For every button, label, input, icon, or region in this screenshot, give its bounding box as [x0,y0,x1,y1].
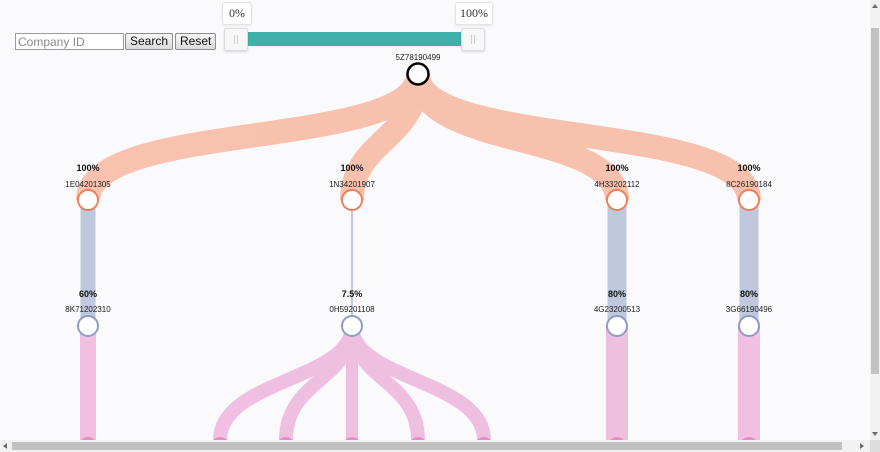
node-percent: 100% [76,163,99,173]
node-percent: 100% [605,163,628,173]
range-min-label: 0% [222,2,252,25]
scroll-up-arrow-icon[interactable] [872,4,878,8]
scroll-right-arrow-icon[interactable] [860,443,864,449]
node-id: 1E04201305 [65,180,111,189]
node-percent: 60% [79,289,97,299]
node-3g66[interactable]: 80% 3G66190496 [726,289,773,337]
node-id: 8K71202310 [65,305,111,314]
node-4g23[interactable]: 80% 4G23200513 [594,289,641,337]
grip-line [237,35,238,44]
node-circle[interactable] [738,189,760,211]
node-0h59[interactable]: 7.5% 0H59201108 [329,289,375,337]
grip-line [474,35,475,44]
node-circle[interactable] [341,315,363,337]
upper-links [76,71,761,203]
lower-links [80,325,760,441]
node-circle[interactable] [738,315,760,337]
root-node-circle[interactable] [406,62,430,86]
ownership-graph[interactable]: 60% 8K71202310 7.5% 0H59201108 80% 4G232… [0,0,870,452]
node-circle[interactable] [606,315,628,337]
reset-button[interactable]: Reset [175,33,217,50]
scroll-down-arrow-icon[interactable] [872,432,878,436]
search-button[interactable]: Search [125,33,174,50]
node-id: 8C26190184 [726,180,772,189]
range-slider-fill [247,32,461,46]
range-max-label: 100% [455,2,493,25]
root-node[interactable]: 5Z78190499 [396,53,441,86]
ownership-graph-canvas[interactable]: 60% 8K71202310 7.5% 0H59201108 80% 4G232… [0,0,870,452]
node-circle[interactable] [77,189,99,211]
horizontal-scroll-thumb[interactable] [12,442,842,450]
scroll-left-arrow-icon[interactable] [3,443,7,449]
node-id: 0H59201108 [329,305,375,314]
node-id: 4H33202112 [594,180,640,189]
node-id: 3G66190496 [726,305,773,314]
node-circle[interactable] [77,315,99,337]
range-min-handle[interactable] [224,28,248,51]
company-id-input[interactable] [15,33,124,50]
vertical-scroll-thumb[interactable] [871,28,879,374]
node-circle[interactable] [606,189,628,211]
node-percent: 80% [608,289,626,299]
range-max-handle[interactable] [461,28,485,51]
grip-line [471,35,472,44]
node-percent: 100% [737,163,760,173]
scrollbar-corner [870,440,880,452]
root-node-id: 5Z78190499 [396,53,441,62]
node-percent: 7.5% [342,289,363,299]
node-circle[interactable] [341,189,363,211]
node-8k71[interactable]: 60% 8K71202310 [65,289,111,337]
node-id: 4G23200513 [594,305,641,314]
link-root-8c26[interactable] [406,71,761,203]
node-id: 1N34201907 [329,180,375,189]
node-percent: 100% [340,163,363,173]
middle-links [80,200,759,326]
upper-nodes: 100% 1E04201305 100% 1N34201907 100% 4H3… [65,163,772,211]
node-percent: 80% [740,289,758,299]
grip-line [234,35,235,44]
middle-nodes: 60% 8K71202310 7.5% 0H59201108 80% 4G232… [65,289,773,337]
